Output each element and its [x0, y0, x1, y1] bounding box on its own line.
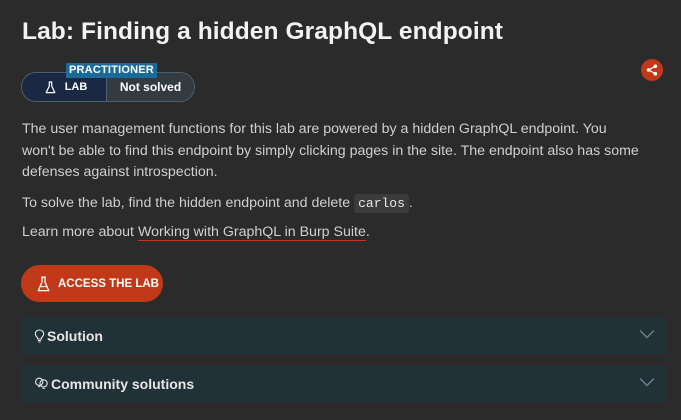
- solution-panel[interactable]: Solution: [21, 318, 666, 354]
- share-button[interactable]: [641, 59, 663, 81]
- level-tag: PRACTITIONER: [66, 63, 157, 78]
- learn-text: Learn more about: [22, 224, 138, 240]
- chevron-down-icon: [639, 377, 655, 387]
- access-lab-label: ACCESS THE LAB: [58, 277, 159, 290]
- learn-suffix: .: [365, 224, 370, 240]
- code-carlos: carlos: [354, 194, 409, 213]
- page-title: Lab: Finding a hidden GraphQL endpoint: [22, 18, 504, 45]
- lab-badge: PRACTITIONER LAB Not solved: [21, 63, 195, 102]
- community-icon: [35, 377, 48, 389]
- share-icon: [646, 64, 658, 76]
- goal-text: To solve the lab, find the hidden endpoi…: [22, 195, 355, 211]
- lightbulb-icon: [34, 329, 45, 343]
- badge-status-label: Not solved: [119, 80, 182, 94]
- graphql-burp-link[interactable]: Working with GraphQL in Burp Suite: [137, 224, 366, 241]
- intro-paragraph: The user management functions for this l…: [22, 121, 639, 180]
- flask-icon: [37, 276, 50, 291]
- community-solutions-panel[interactable]: Community solutions: [21, 366, 666, 402]
- goal-suffix: .: [408, 195, 413, 211]
- goal-paragraph: To solve the lab, find the hidden endpoi…: [22, 193, 642, 215]
- learn-paragraph: Learn more about Working with GraphQL in…: [22, 222, 642, 244]
- access-lab-button[interactable]: ACCESS THE LAB: [21, 265, 163, 302]
- flask-icon: [45, 80, 56, 93]
- solution-label: Solution: [47, 328, 103, 344]
- community-solutions-label: Community solutions: [51, 376, 195, 392]
- badge-lab-label: LAB: [64, 81, 88, 93]
- chevron-down-icon: [639, 329, 655, 339]
